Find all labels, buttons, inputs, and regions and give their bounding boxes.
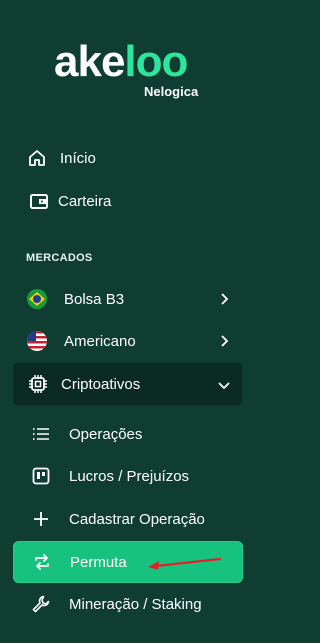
sidebar-item-label: Mineração / Staking — [69, 595, 202, 613]
chevron-right-icon — [221, 335, 229, 347]
sidebar-subitem-lucros-prejuizos[interactable]: Lucros / Prejuízos — [12, 456, 242, 496]
sidebar-item-carteira[interactable]: Carteira — [12, 181, 242, 221]
chevron-down-icon — [218, 382, 230, 390]
section-title-mercados: MERCADOS — [26, 252, 93, 264]
home-icon — [26, 147, 48, 169]
sidebar-item-americano[interactable]: Americano — [12, 321, 242, 361]
chip-icon — [27, 373, 49, 395]
logo-word-part-a: ake — [54, 37, 125, 86]
sidebar-item-label: Lucros / Prejuízos — [69, 467, 190, 485]
sidebar-subitem-mineracao-staking[interactable]: Mineração / Staking — [12, 584, 242, 624]
sidebar-item-label: Carteira — [58, 192, 112, 210]
logo: akeloo Nelogica — [54, 40, 214, 100]
wrench-icon — [30, 593, 52, 615]
wallet-icon — [28, 190, 50, 212]
logo-subtitle: Nelogica — [144, 84, 199, 99]
sidebar-item-label: Cadastrar Operação — [69, 510, 205, 528]
sidebar-item-criptoativos[interactable]: Criptoativos — [13, 363, 242, 405]
sidebar-item-bolsa-b3[interactable]: Bolsa B3 — [12, 279, 242, 319]
sidebar-item-inicio[interactable]: Início — [12, 138, 242, 178]
sidebar-item-label: Permuta — [70, 553, 127, 571]
annotation-arrow-icon — [148, 557, 222, 570]
sidebar-item-label: Bolsa B3 — [64, 290, 125, 308]
plus-icon — [30, 508, 52, 530]
sidebar-item-label: Criptoativos — [61, 375, 141, 393]
logo-word-part-b: loo — [124, 37, 188, 86]
list-icon — [30, 423, 52, 445]
chevron-right-icon — [221, 293, 229, 305]
sidebar-item-label: Início — [60, 149, 96, 167]
sidebar-subitem-cadastrar-operacao[interactable]: Cadastrar Operação — [12, 499, 242, 539]
board-icon — [30, 465, 52, 487]
swap-icon — [31, 551, 53, 573]
sidebar-item-label: Americano — [64, 332, 136, 350]
brazil-flag-icon — [26, 288, 48, 310]
sidebar: akeloo Nelogica Início Carteira MERCADOS… — [0, 0, 252, 643]
usa-flag-icon — [26, 330, 48, 352]
sidebar-subitem-operacoes[interactable]: Operações — [12, 414, 242, 454]
sidebar-item-label: Operações — [69, 425, 143, 443]
logo-wordmark: akeloo — [54, 37, 188, 86]
